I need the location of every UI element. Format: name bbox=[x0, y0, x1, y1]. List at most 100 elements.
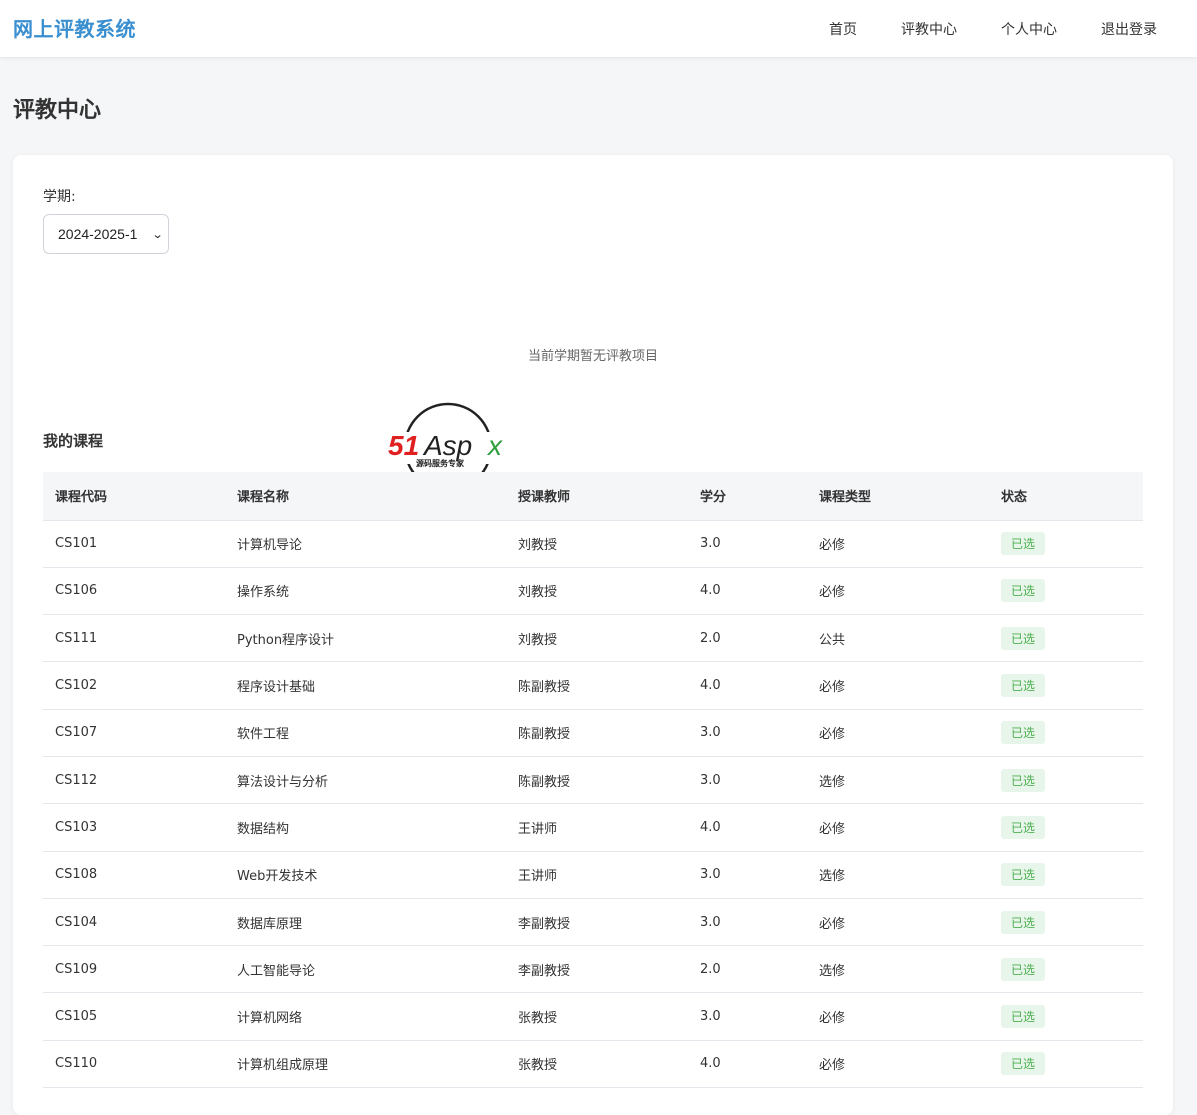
cell-course-name: 数据库原理 bbox=[225, 898, 506, 947]
cell-course-name: 算法设计与分析 bbox=[225, 756, 506, 805]
cell-course-code: CS106 bbox=[43, 567, 225, 616]
cell-teacher: 李副教授 bbox=[506, 898, 688, 947]
table-row: CS102 程序设计基础 陈副教授 4.0 必修 已选 bbox=[43, 661, 1143, 710]
cell-course-code: CS108 bbox=[43, 851, 225, 899]
cell-status: 已选 bbox=[989, 661, 1143, 710]
app-brand[interactable]: 网上评教系统 bbox=[13, 13, 136, 42]
cell-credit: 3.0 bbox=[688, 756, 807, 805]
top-navbar: 网上评教系统 首页 评教中心 个人中心 退出登录 bbox=[0, 0, 1197, 57]
cell-course-type: 公共 bbox=[807, 614, 989, 663]
cell-credit: 3.0 bbox=[688, 520, 807, 568]
cell-course-type: 必修 bbox=[807, 992, 989, 1041]
cell-status: 已选 bbox=[989, 567, 1143, 616]
cell-credit: 3.0 bbox=[688, 992, 807, 1041]
my-courses-title: 我的课程 bbox=[43, 432, 104, 450]
watermark-text-aspx: Asp bbox=[422, 430, 472, 461]
cell-status: 已选 bbox=[989, 709, 1143, 757]
cell-course-code: CS105 bbox=[43, 992, 225, 1041]
header-credit: 学分 bbox=[688, 472, 807, 521]
semester-selected-value: 2024-2025-1 bbox=[58, 226, 138, 242]
header-course-type: 课程类型 bbox=[807, 472, 989, 521]
cell-teacher: 张教授 bbox=[506, 992, 688, 1041]
nav-evaluation-center[interactable]: 评教中心 bbox=[901, 19, 957, 39]
cell-status: 已选 bbox=[989, 1040, 1143, 1089]
cell-course-code: CS109 bbox=[43, 945, 225, 994]
table-row: CS104 数据库原理 李副教授 3.0 必修 已选 bbox=[43, 898, 1143, 947]
cell-course-code: CS112 bbox=[43, 756, 225, 805]
cell-status: 已选 bbox=[989, 992, 1143, 1041]
cell-course-type: 选修 bbox=[807, 851, 989, 899]
cell-course-code: CS110 bbox=[43, 1040, 225, 1089]
nav-home[interactable]: 首页 bbox=[829, 19, 857, 39]
cell-course-type: 必修 bbox=[807, 520, 989, 568]
semester-select[interactable]: 2024-2025-1 ⌄ bbox=[43, 214, 169, 254]
status-badge: 已选 bbox=[1001, 674, 1046, 698]
status-badge: 已选 bbox=[1001, 721, 1046, 745]
main-nav: 首页 评教中心 个人中心 退出登录 bbox=[829, 0, 1157, 57]
cell-course-name: Python程序设计 bbox=[225, 614, 506, 663]
cell-credit: 3.0 bbox=[688, 709, 807, 757]
cell-status: 已选 bbox=[989, 803, 1143, 852]
status-badge: 已选 bbox=[1001, 863, 1046, 887]
cell-teacher: 刘教授 bbox=[506, 520, 688, 568]
cell-teacher: 陈副教授 bbox=[506, 661, 688, 710]
courses-table-body: CS101 计算机导论 刘教授 3.0 必修 已选 CS106 操作系统 刘教授 4.0 必修 已选 C… bbox=[43, 520, 1143, 1089]
cell-credit: 2.0 bbox=[688, 614, 807, 663]
cell-credit: 3.0 bbox=[688, 898, 807, 947]
cell-course-type: 必修 bbox=[807, 898, 989, 947]
table-row: CS101 计算机导论 刘教授 3.0 必修 已选 bbox=[43, 520, 1143, 568]
cell-credit: 4.0 bbox=[688, 567, 807, 616]
cell-credit: 4.0 bbox=[688, 1040, 807, 1089]
cell-course-name: 计算机组成原理 bbox=[225, 1040, 506, 1089]
cell-course-name: 操作系统 bbox=[225, 567, 506, 616]
chevron-down-icon: ⌄ bbox=[151, 228, 164, 241]
cell-course-code: CS101 bbox=[43, 520, 225, 568]
status-badge: 已选 bbox=[1001, 532, 1046, 556]
watermark-subtext: 源码服务专家 bbox=[416, 458, 465, 468]
cell-course-code: CS107 bbox=[43, 709, 225, 757]
cell-course-name: 计算机导论 bbox=[225, 520, 506, 568]
table-row: CS112 算法设计与分析 陈副教授 3.0 选修 已选 bbox=[43, 756, 1143, 805]
table-row: CS106 操作系统 刘教授 4.0 必修 已选 bbox=[43, 567, 1143, 616]
nav-personal-center[interactable]: 个人中心 bbox=[1001, 19, 1057, 39]
cell-teacher: 陈副教授 bbox=[506, 756, 688, 805]
cell-course-type: 选修 bbox=[807, 945, 989, 994]
table-header-row: 课程代码 课程名称 授课教师 学分 课程类型 状态 bbox=[43, 472, 1143, 521]
cell-course-code: CS111 bbox=[43, 614, 225, 663]
status-badge: 已选 bbox=[1001, 1005, 1046, 1029]
status-badge: 已选 bbox=[1001, 910, 1046, 934]
cell-course-type: 选修 bbox=[807, 756, 989, 805]
cell-course-name: 数据结构 bbox=[225, 803, 506, 852]
cell-course-name: 计算机网络 bbox=[225, 992, 506, 1041]
table-row: CS105 计算机网络 张教授 3.0 必修 已选 bbox=[43, 992, 1143, 1041]
cell-teacher: 王讲师 bbox=[506, 851, 688, 899]
table-row: CS107 软件工程 陈副教授 3.0 必修 已选 bbox=[43, 709, 1143, 757]
cell-course-code: CS103 bbox=[43, 803, 225, 852]
cell-course-type: 必修 bbox=[807, 709, 989, 757]
header-teacher: 授课教师 bbox=[506, 472, 688, 521]
table-row: CS111 Python程序设计 刘教授 2.0 公共 已选 bbox=[43, 614, 1143, 663]
cell-teacher: 李副教授 bbox=[506, 945, 688, 994]
header-course-code: 课程代码 bbox=[43, 472, 225, 521]
status-badge: 已选 bbox=[1001, 815, 1046, 839]
cell-status: 已选 bbox=[989, 898, 1143, 947]
cell-course-name: 人工智能导论 bbox=[225, 945, 506, 994]
cell-course-code: CS102 bbox=[43, 661, 225, 710]
watermark-text-x: x bbox=[486, 430, 503, 461]
cell-course-type: 必修 bbox=[807, 1040, 989, 1089]
cell-status: 已选 bbox=[989, 945, 1143, 994]
cell-teacher: 张教授 bbox=[506, 1040, 688, 1089]
cell-teacher: 陈副教授 bbox=[506, 709, 688, 757]
header-course-name: 课程名称 bbox=[225, 472, 506, 521]
nav-logout[interactable]: 退出登录 bbox=[1101, 19, 1157, 39]
cell-course-name: 程序设计基础 bbox=[225, 661, 506, 710]
header-status: 状态 bbox=[989, 472, 1143, 521]
cell-status: 已选 bbox=[989, 614, 1143, 663]
cell-credit: 3.0 bbox=[688, 851, 807, 899]
cell-course-code: CS104 bbox=[43, 898, 225, 947]
courses-table-wrap: 课程代码 课程名称 授课教师 学分 课程类型 状态 CS101 计算机导论 刘教授 3… bbox=[43, 472, 1143, 1089]
cell-status: 已选 bbox=[989, 756, 1143, 805]
cell-status: 已选 bbox=[989, 851, 1143, 899]
courses-table-header: 课程代码 课程名称 授课教师 学分 课程类型 状态 bbox=[43, 472, 1143, 521]
cell-course-type: 必修 bbox=[807, 567, 989, 616]
